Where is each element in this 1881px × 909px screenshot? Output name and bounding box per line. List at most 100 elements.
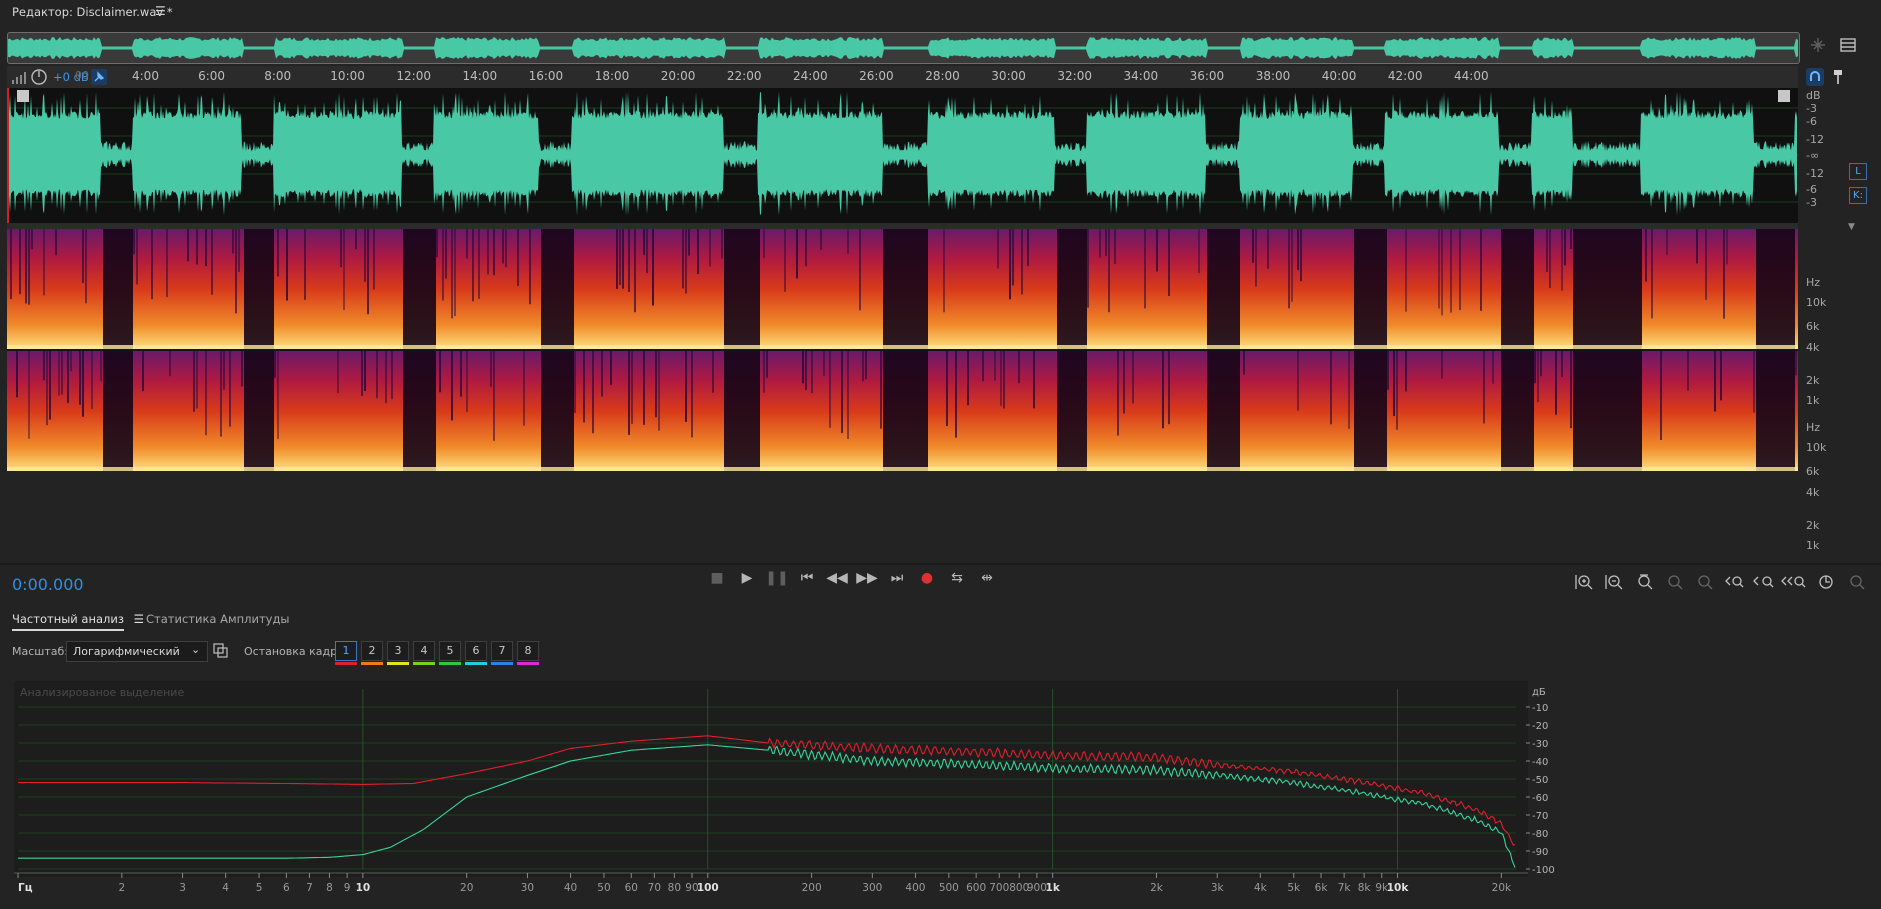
pause-icon[interactable]: ❚❚: [764, 570, 790, 586]
panel-menu-icon[interactable]: ☰: [155, 4, 166, 18]
channel-r-toggle[interactable]: K:: [1849, 187, 1867, 204]
freeze-frame-8-button[interactable]: 8: [517, 641, 539, 661]
ruler-tick-label: 26:00: [859, 69, 894, 83]
play-icon[interactable]: ▶: [734, 570, 760, 586]
spectrogram-left-canvas: [7, 229, 1798, 349]
freeze-frame-label: Остановка кадра:: [244, 645, 348, 658]
db-label: -6: [1806, 115, 1817, 128]
current-time-display[interactable]: 0:00.000: [12, 575, 84, 594]
list-view-icon[interactable]: [1838, 35, 1858, 55]
pin-icon[interactable]: [91, 69, 107, 85]
x-tick-label: 100: [697, 882, 719, 894]
analysis-annotation: Анализированое выделение: [20, 686, 184, 699]
stop-icon[interactable]: ■: [704, 570, 730, 586]
zoom-out-full-icon[interactable]: [1668, 575, 1683, 590]
freeze-frame-color: [387, 662, 409, 665]
skip-to-end-icon[interactable]: ⏭: [884, 570, 910, 586]
record-icon[interactable]: ●: [914, 570, 940, 586]
ruler-tick-label: 22:00: [726, 69, 762, 83]
x-tick-label: 6: [283, 882, 290, 894]
x-tick-label: 20k: [1492, 882, 1512, 894]
splitter-arrow-icon[interactable]: ▼: [1848, 222, 1855, 232]
zoom-playhead-icon[interactable]: [1819, 575, 1833, 589]
x-tick-label: 1k: [1046, 882, 1061, 894]
spectrogram-left[interactable]: [7, 229, 1798, 349]
y-tick-label: -40: [1532, 757, 1548, 768]
db-label: -3: [1806, 102, 1817, 115]
current-time[interactable]: 0:00.000: [12, 575, 84, 594]
tab-menu-icon[interactable]: ☰: [134, 612, 144, 626]
zoom-out-time-icon[interactable]: [1725, 576, 1744, 588]
x-tick-label: 7k: [1338, 882, 1352, 894]
x-tick-label: 40: [564, 882, 577, 894]
ruler-tick-label: 32:00: [1057, 69, 1092, 83]
waveform-display[interactable]: [7, 88, 1798, 223]
freeze-frame-6-button[interactable]: 6: [465, 641, 487, 661]
spectrogram-right[interactable]: [7, 351, 1798, 471]
ruler-tick-label: 44:00: [1454, 69, 1489, 83]
ruler-tick-label: 8:00: [264, 69, 292, 83]
ruler-start-label: 00: [75, 69, 89, 82]
freeze-frame-5-button[interactable]: 5: [439, 641, 461, 661]
ruler-tick-label: 14:00: [462, 69, 498, 83]
select-range-icon[interactable]: [212, 642, 228, 662]
x-tick-label: 10k: [1387, 882, 1410, 894]
freeze-frame-color: [335, 662, 357, 665]
loop-playback-icon[interactable]: ⇆: [944, 570, 970, 586]
skip-to-start-icon[interactable]: ⏮: [794, 570, 820, 586]
x-tick-label: 400: [905, 882, 925, 894]
zoom-out-amplitude-icon[interactable]: [1605, 575, 1623, 590]
tab-frequency-analysis[interactable]: Частотный анализ ☰: [12, 612, 144, 626]
fast-forward-icon[interactable]: ▶▶: [854, 570, 880, 586]
x-tick-label: 5k: [1287, 882, 1301, 894]
rewind-icon[interactable]: ◀◀: [824, 570, 850, 586]
freeze-frame-4-button[interactable]: 4: [413, 641, 435, 661]
zoom-reset-icon[interactable]: [1638, 574, 1653, 590]
snap-icon[interactable]: [1806, 68, 1824, 86]
editor-title: Редактор: Disclaimer.wav *: [12, 5, 173, 19]
frequency-analysis-chart[interactable]: Анализированое выделение дБ -10 -20 -30 -40 -5…: [14, 681, 1825, 905]
scale-dropdown[interactable]: Логарифмический ⌄: [66, 641, 208, 662]
time-ruler[interactable]: +0 dB 00 4:00 6:00 8:00 10:00 12:00 14:00 16:0…: [7, 66, 1798, 88]
ruler-tick-label: 36:00: [1189, 69, 1225, 83]
hz-label: 1k: [1806, 394, 1820, 407]
freeze-frame-3-button[interactable]: 3: [387, 641, 409, 661]
scale-label: Масштаб:: [12, 645, 68, 658]
fade-in-handle[interactable]: [17, 90, 29, 102]
freeze-frame-2-button[interactable]: 2: [361, 641, 383, 661]
zoom-to-fit-icon[interactable]: [1781, 576, 1806, 588]
zoom-in-time-icon[interactable]: [1698, 575, 1713, 590]
x-tick-label: 8: [326, 882, 333, 894]
x-tick-label: 70: [648, 882, 661, 894]
x-tick-label: 700: [989, 882, 1009, 894]
x-tick-label: 50: [597, 882, 610, 894]
marker-icon[interactable]: [1830, 68, 1846, 86]
x-tick-label: 30: [521, 882, 534, 894]
level-meter-icon[interactable]: [11, 70, 27, 89]
fade-out-handle[interactable]: [1778, 90, 1790, 102]
freeze-frame-color: [361, 662, 383, 665]
skip-selection-icon[interactable]: ⇹: [974, 570, 1000, 586]
x-tick-label: 2: [118, 882, 125, 894]
overview-navigator[interactable]: [7, 32, 1800, 64]
zoom-selection-icon[interactable]: [1753, 576, 1774, 588]
hz-label: 4k: [1806, 486, 1820, 499]
tab-label: Частотный анализ: [12, 612, 124, 626]
freeze-frame-color: [465, 662, 487, 665]
freeze-frame-color: [491, 662, 513, 665]
freeze-frame-1-button[interactable]: 1: [335, 641, 357, 661]
zoom-all-tracks-icon[interactable]: [1850, 575, 1865, 590]
freeze-frame-7-button[interactable]: 7: [491, 641, 513, 661]
y-tick-label: -20: [1532, 721, 1548, 732]
x-tick-label: 4k: [1254, 882, 1268, 894]
y-tick-label: -60: [1532, 793, 1548, 804]
center-channel-icon[interactable]: [1806, 33, 1830, 57]
gain-knob-icon[interactable]: [30, 68, 48, 90]
ruler-tick-label: 28:00: [925, 69, 960, 83]
zoom-in-amplitude-icon[interactable]: [1575, 575, 1593, 590]
hz-unit-label: Hz: [1806, 276, 1821, 289]
x-tick-label: Гц: [18, 882, 33, 894]
tab-amplitude-statistics[interactable]: Статистика Амплитуды: [146, 612, 290, 626]
channel-l-toggle[interactable]: L: [1849, 163, 1867, 180]
title-bar: Редактор: Disclaimer.wav * ☰: [0, 0, 1881, 26]
